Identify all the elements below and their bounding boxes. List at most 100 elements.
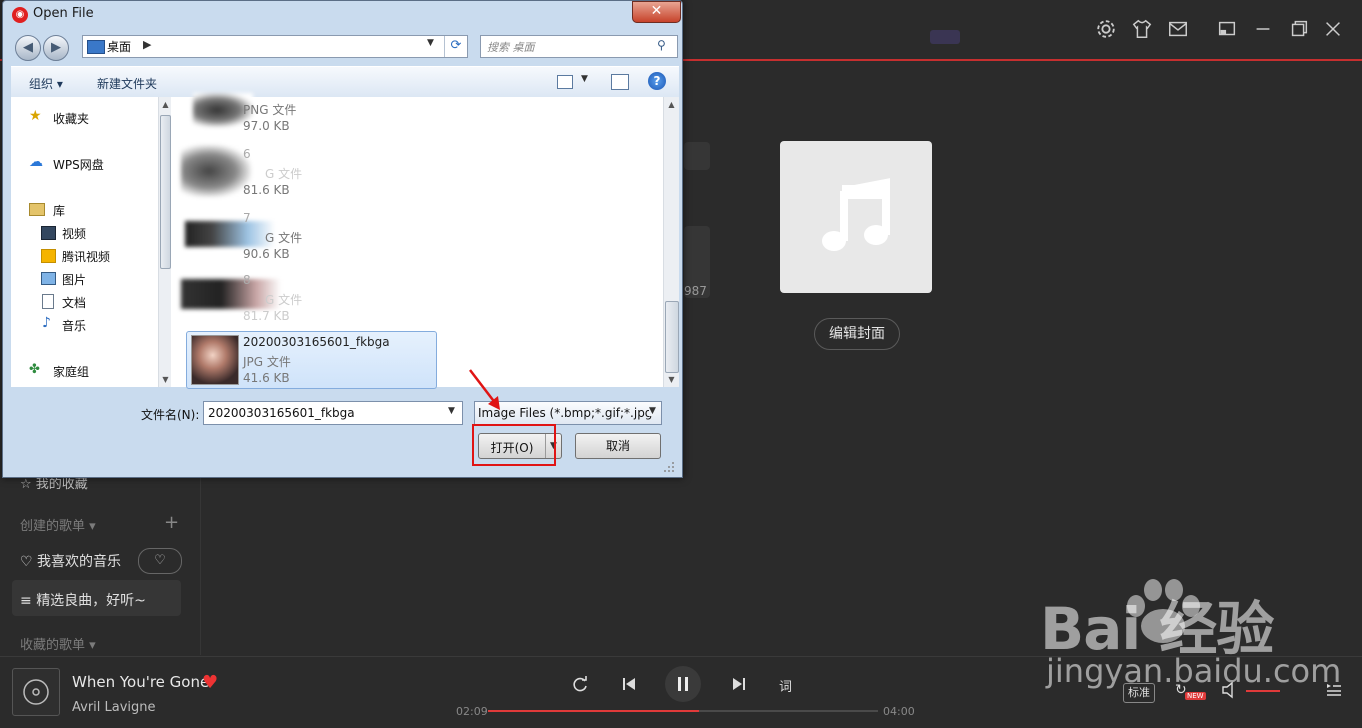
file-name: 7 bbox=[243, 211, 251, 225]
cancel-button[interactable]: 取消 bbox=[575, 433, 661, 459]
file-scroll-thumb[interactable] bbox=[665, 301, 679, 373]
section-label: 收藏的歌单 bbox=[20, 638, 86, 653]
file-item-selected[interactable]: 20200303165601_fkbga JPG 文件 41.6 KB bbox=[186, 331, 437, 389]
name-field[interactable] bbox=[684, 142, 710, 170]
edit-cover-button[interactable]: 编辑封面 bbox=[814, 318, 900, 350]
search-placeholder: 搜索 桌面 bbox=[487, 41, 535, 54]
nav-item-label: 视频 bbox=[62, 227, 87, 241]
created-playlists-header[interactable]: 创建的歌单 ▾ bbox=[20, 515, 96, 534]
repeat-icon[interactable] bbox=[570, 674, 590, 694]
file-item[interactable]: 7 G 文件 90.6 KB bbox=[181, 207, 431, 263]
app-logo-icon: ◉ bbox=[12, 7, 28, 23]
file-thumbnail bbox=[191, 335, 239, 385]
song-title[interactable]: When You're Gone bbox=[72, 673, 209, 691]
time-current: 02:09 bbox=[456, 705, 488, 718]
song-artist[interactable]: Avril Lavigne bbox=[72, 700, 156, 715]
desktop-icon bbox=[87, 40, 105, 54]
back-button[interactable]: ◀ bbox=[15, 35, 41, 61]
previous-icon[interactable] bbox=[619, 674, 639, 694]
file-size: 90.6 KB bbox=[243, 247, 290, 261]
disc-icon bbox=[23, 679, 49, 705]
file-scrollbar[interactable]: ▲ ▼ bbox=[663, 97, 679, 387]
library-icon bbox=[29, 203, 45, 216]
pause-icon bbox=[678, 677, 688, 691]
new-folder-button[interactable]: 新建文件夹 bbox=[97, 75, 157, 92]
file-size: 41.6 KB bbox=[243, 371, 290, 385]
volume-slider[interactable] bbox=[1246, 690, 1280, 692]
filename-input[interactable]: 20200303165601_fkbga ▼ bbox=[203, 401, 463, 425]
file-name: 20200303165601_fkbga bbox=[243, 335, 390, 349]
file-thumbnail bbox=[181, 145, 251, 197]
preview-pane-icon[interactable] bbox=[611, 74, 629, 90]
chevron-down-icon[interactable]: ▼ bbox=[649, 406, 656, 416]
forward-button[interactable]: ▶ bbox=[43, 35, 69, 61]
cloud-icon: ☁ bbox=[29, 154, 43, 170]
close-icon[interactable] bbox=[1322, 18, 1344, 40]
sidebar-item-label: 精选良曲，好听~ bbox=[36, 593, 146, 609]
maximize-icon[interactable] bbox=[1288, 18, 1310, 40]
sidebar-item-label: 我的收藏 bbox=[35, 477, 88, 492]
album-thumbnail[interactable] bbox=[12, 668, 60, 716]
file-size: 97.0 KB bbox=[243, 119, 290, 133]
filename-label: 文件名(N): bbox=[141, 408, 200, 422]
refresh-icon[interactable]: ⟳ bbox=[444, 36, 467, 57]
search-icon[interactable]: ⚲ bbox=[657, 38, 666, 52]
chevron-down-icon[interactable]: ▼ bbox=[581, 74, 588, 84]
scroll-up-icon[interactable]: ▲ bbox=[665, 100, 678, 109]
lyrics-button[interactable]: 词 bbox=[779, 676, 792, 695]
file-type: PNG 文件 bbox=[243, 103, 297, 117]
add-playlist-icon[interactable]: + bbox=[164, 512, 179, 533]
file-item[interactable]: 6 G 文件 81.6 KB bbox=[181, 143, 431, 199]
nav-item-label: 家庭组 bbox=[53, 365, 90, 379]
file-item[interactable]: 8 G 文件 81.7 KB bbox=[181, 269, 431, 325]
file-type: G 文件 bbox=[265, 293, 303, 307]
search-input[interactable]: 搜索 桌面 ⚲ bbox=[480, 35, 678, 58]
organize-button[interactable]: 组织 ▾ bbox=[29, 75, 63, 92]
nav-item-label: 收藏夹 bbox=[53, 112, 90, 126]
file-list: PNG 文件 97.0 KB 6 G 文件 81.6 KB 7 G 文件 90.… bbox=[171, 93, 679, 389]
gear-icon[interactable] bbox=[1095, 18, 1117, 40]
playlist-cover bbox=[780, 141, 932, 293]
sidebar-item-selected-playlist[interactable]: ≡ 精选良曲，好听~ bbox=[12, 580, 181, 616]
address-bar[interactable]: 桌面 ▶ ▼ ⟳ bbox=[82, 35, 468, 58]
titlebar-avatar[interactable] bbox=[930, 30, 960, 44]
view-options-icon[interactable] bbox=[557, 75, 573, 89]
breadcrumb-arrow-icon[interactable]: ▶ bbox=[143, 38, 151, 51]
resize-grip-icon[interactable] bbox=[663, 461, 675, 473]
sidebar-item-liked[interactable]: ♡ 我喜欢的音乐 bbox=[20, 551, 121, 571]
chevron-down-icon[interactable]: ▼ bbox=[427, 38, 434, 48]
skin-icon[interactable] bbox=[1131, 18, 1153, 40]
nav-item-label: 文档 bbox=[62, 296, 87, 310]
file-item[interactable]: PNG 文件 97.0 KB bbox=[181, 93, 431, 137]
dialog-close-button[interactable]: ✕ bbox=[632, 1, 681, 23]
tencent-video-icon bbox=[41, 249, 56, 263]
nav-scrollbar[interactable]: ▲ ▼ bbox=[158, 97, 171, 387]
scroll-down-icon[interactable]: ▼ bbox=[665, 375, 678, 384]
file-name: 6 bbox=[243, 147, 251, 161]
minimize-icon[interactable] bbox=[1252, 18, 1274, 40]
mail-icon[interactable] bbox=[1167, 18, 1189, 40]
file-name: 8 bbox=[243, 273, 251, 287]
dialog-title: Open File bbox=[33, 6, 94, 21]
help-icon[interactable]: ? bbox=[648, 72, 666, 90]
progress-fill bbox=[488, 710, 699, 712]
music-icon: ♪ bbox=[42, 315, 51, 331]
address-text[interactable]: 桌面 bbox=[107, 38, 131, 55]
chevron-down-icon[interactable]: ▼ bbox=[448, 406, 455, 416]
file-type: JPG 文件 bbox=[243, 355, 291, 369]
nav-item-label: WPS网盘 bbox=[53, 158, 104, 172]
file-type: G 文件 bbox=[265, 231, 303, 245]
time-total: 04:00 bbox=[883, 705, 915, 718]
heartbeat-mode-button[interactable]: ♡ bbox=[138, 548, 182, 574]
pause-button[interactable] bbox=[665, 666, 701, 702]
music-note-icon bbox=[822, 178, 890, 251]
collected-playlists-header[interactable]: 收藏的歌单 ▾ bbox=[20, 634, 96, 653]
arrow-left-icon: ◀ bbox=[23, 40, 33, 55]
next-icon[interactable] bbox=[729, 674, 749, 694]
heart-filled-icon[interactable]: ♥ bbox=[202, 672, 218, 693]
mini-mode-icon[interactable] bbox=[1216, 18, 1238, 40]
heart-outline-icon: ♡ bbox=[20, 554, 33, 570]
annotation-arrow bbox=[469, 369, 500, 410]
nav-scroll-thumb[interactable] bbox=[160, 115, 171, 269]
watermark-url: jingyan.baidu.com bbox=[1046, 652, 1342, 690]
